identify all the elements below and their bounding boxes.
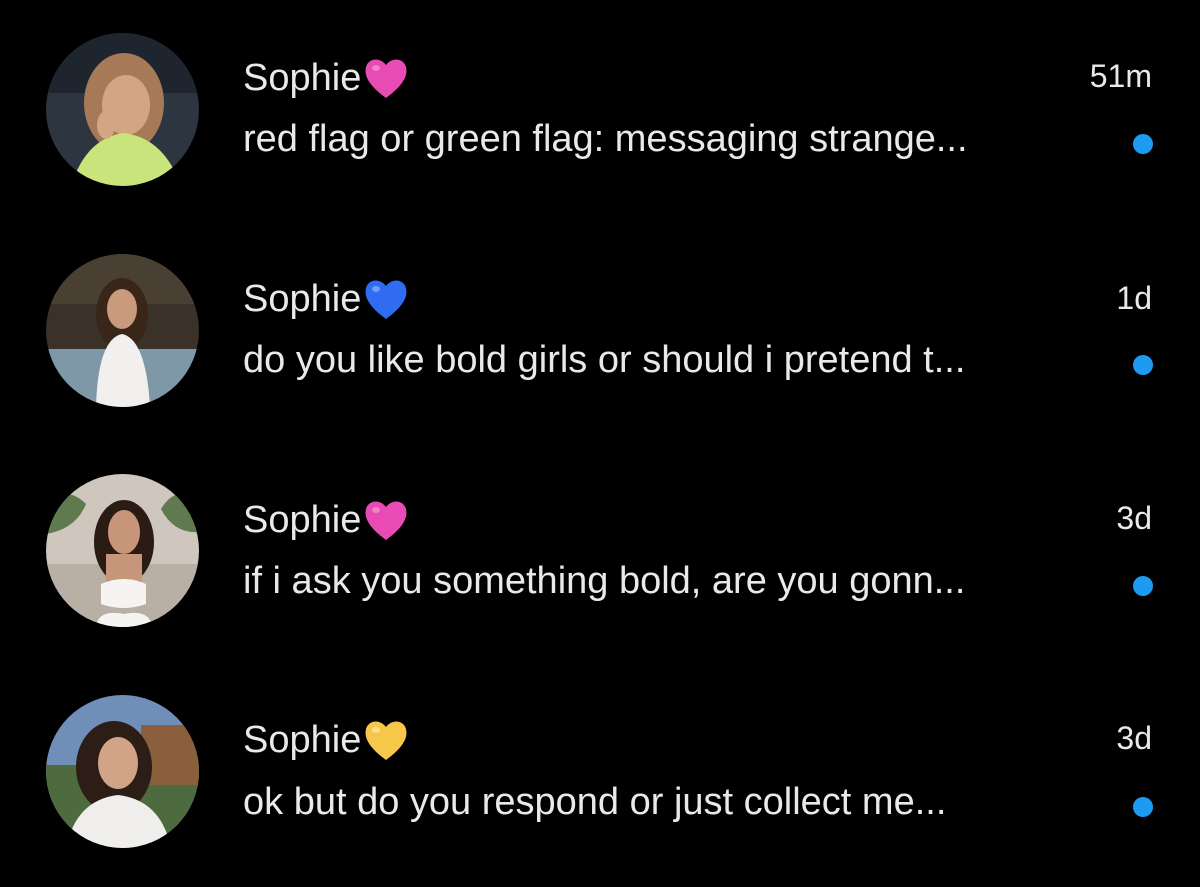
contact-name: Sophie bbox=[243, 277, 362, 320]
yellow-heart-icon bbox=[362, 717, 410, 763]
message-preview: red flag or green flag: messaging strang… bbox=[243, 118, 968, 160]
name-line: Sophie bbox=[243, 494, 410, 546]
contact-name: Sophie bbox=[243, 718, 362, 761]
message-preview: ok but do you respond or just collect me… bbox=[243, 781, 947, 823]
conversation-row[interactable]: Sophie 1d do you like bold girls or shou… bbox=[0, 220, 1200, 440]
avatar[interactable] bbox=[46, 474, 199, 627]
timestamp: 3d bbox=[1116, 500, 1152, 536]
unread-dot bbox=[1133, 134, 1153, 154]
avatar[interactable] bbox=[46, 254, 199, 407]
timestamp: 1d bbox=[1116, 280, 1152, 316]
name-line: Sophie bbox=[243, 714, 410, 766]
pink-heart-icon bbox=[362, 55, 410, 101]
contact-name: Sophie bbox=[243, 498, 362, 541]
avatar-photo-icon bbox=[46, 474, 199, 627]
timestamp: 3d bbox=[1116, 720, 1152, 756]
message-preview: do you like bold girls or should i prete… bbox=[243, 339, 966, 381]
unread-dot bbox=[1133, 576, 1153, 596]
avatar-photo-icon bbox=[46, 33, 199, 186]
avatar-photo-icon bbox=[46, 695, 199, 848]
conversation-row[interactable]: Sophie 3d ok but do you respond or just … bbox=[0, 660, 1200, 880]
name-line: Sophie bbox=[243, 52, 410, 104]
unread-dot bbox=[1133, 797, 1153, 817]
timestamp: 51m bbox=[1089, 58, 1152, 94]
unread-dot bbox=[1133, 355, 1153, 375]
message-preview: if i ask you something bold, are you gon… bbox=[243, 560, 966, 602]
name-line: Sophie bbox=[243, 273, 410, 325]
conversation-row[interactable]: Sophie 51m red flag or green flag: messa… bbox=[0, 0, 1200, 220]
avatar[interactable] bbox=[46, 33, 199, 186]
avatar-photo-icon bbox=[46, 254, 199, 407]
contact-name: Sophie bbox=[243, 56, 362, 99]
conversation-row[interactable]: Sophie 3d if i ask you something bold, a… bbox=[0, 440, 1200, 660]
avatar[interactable] bbox=[46, 695, 199, 848]
conversation-list: Sophie 51m red flag or green flag: messa… bbox=[0, 0, 1200, 887]
pink-heart-icon bbox=[362, 497, 410, 543]
blue-heart-icon bbox=[362, 276, 410, 322]
